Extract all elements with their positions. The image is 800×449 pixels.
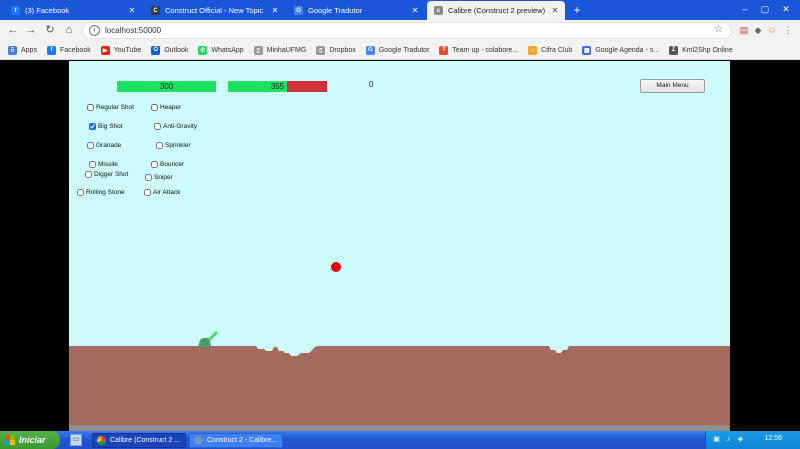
- security-shield-icon[interactable]: ◈: [736, 435, 745, 444]
- kml2shp-icon: Z: [669, 45, 679, 55]
- browser-tab-strip: f (3) Facebook ✕ C Construct Official - …: [0, 0, 800, 20]
- close-icon[interactable]: ✕: [410, 6, 420, 15]
- bookmark-label: Kml2Shp Online: [682, 46, 733, 54]
- game-canvas[interactable]: 300 355 0 Main Menu Regular Shot Heaper …: [69, 61, 730, 431]
- google-translate-icon: G: [365, 45, 375, 55]
- profile-avatar-icon[interactable]: ☺: [766, 24, 778, 36]
- bookmark-dropbox[interactable]: ▯ Dropbox: [316, 45, 356, 55]
- extension-icon[interactable]: ◆: [752, 24, 764, 36]
- url-input[interactable]: [105, 24, 665, 37]
- bookmark-cifra-club[interactable]: ♪ Cifra Club: [528, 45, 573, 55]
- bookmark-star-icon[interactable]: ☆: [714, 24, 723, 35]
- bookmark-youtube[interactable]: ▶ YouTube: [100, 45, 142, 55]
- taskbar-item-label: Calibre (Construct 2 ...: [110, 437, 181, 444]
- bookmark-label: WhatsApp: [211, 46, 244, 54]
- tab-google-tradutor[interactable]: G Google Tradutor ✕: [287, 1, 425, 20]
- facebook-icon: f: [11, 6, 20, 15]
- chrome-icon: [97, 436, 106, 445]
- tab-title: (3) Facebook: [25, 6, 70, 15]
- teamup-icon: T: [439, 45, 449, 55]
- projectile-ball: [331, 262, 341, 272]
- whatsapp-icon: ✆: [198, 45, 208, 55]
- page-icon: ▯: [253, 45, 263, 55]
- terrain-crater: [549, 346, 569, 353]
- close-icon[interactable]: ✕: [270, 6, 280, 15]
- windows-taskbar: Iniciar ▭ Calibre (Construct 2 ... Const…: [0, 431, 800, 449]
- tab-construct-official[interactable]: C Construct Official - New Topic ✕: [144, 1, 285, 20]
- windows-logo-icon: [5, 435, 15, 445]
- google-calendar-icon: ▦: [582, 45, 592, 55]
- bookmark-facebook[interactable]: f Facebook: [46, 45, 91, 55]
- construct-icon: C: [151, 6, 160, 15]
- game-scene-layer: [198, 262, 569, 356]
- address-bar[interactable]: i ☆: [82, 22, 732, 39]
- outlook-icon: O: [151, 45, 161, 55]
- page-icon: ▯: [316, 45, 326, 55]
- menu-kebab-icon[interactable]: ⋮: [782, 24, 794, 36]
- minimize-button[interactable]: –: [736, 1, 754, 17]
- bookmark-whatsapp[interactable]: ✆ WhatsApp: [198, 45, 244, 55]
- bookmark-minhaufmg[interactable]: ▯ MinhaUFMG: [253, 45, 307, 55]
- close-icon[interactable]: ✕: [127, 6, 137, 15]
- system-clock: 12:56: [764, 435, 782, 442]
- bookmark-apps[interactable]: ⠿ Apps: [8, 45, 37, 55]
- cifraclub-icon: ♪: [528, 45, 538, 55]
- facebook-icon: f: [46, 45, 56, 55]
- taskbar-item-calibre[interactable]: Calibre (Construct 2 ...: [92, 433, 186, 448]
- construct-icon: [194, 436, 203, 445]
- bookmark-label: Apps: [21, 46, 37, 54]
- bookmark-label: Facebook: [59, 46, 91, 54]
- bookmark-google-tradutor[interactable]: G Google Tradutor: [365, 45, 430, 55]
- show-desktop-icon[interactable]: ▭: [70, 434, 82, 446]
- window-close-button[interactable]: ✕: [777, 1, 795, 17]
- browser-toolbar: ← → ↻ ⌂ i ☆ ▤ ◆ ☺ ⋮: [0, 20, 800, 41]
- close-icon[interactable]: ✕: [550, 6, 560, 15]
- bookmark-label: Cifra Club: [541, 46, 573, 54]
- pdf-extension-icon[interactable]: ▤: [738, 24, 750, 36]
- bookmark-label: Dropbox: [329, 46, 356, 54]
- system-tray: ▣ ♪ ◈ 12:56: [705, 431, 800, 449]
- start-button[interactable]: Iniciar: [0, 431, 60, 449]
- start-label: Iniciar: [19, 435, 46, 445]
- bookmark-label: Outlook: [164, 46, 189, 54]
- construct-preview-icon: c: [434, 6, 443, 15]
- bookmark-kml2shp-online[interactable]: Z Kml2Shp Online: [669, 45, 733, 55]
- bookmark-label: MinhaUFMG: [266, 46, 307, 54]
- page-viewport: 300 355 0 Main Menu Regular Shot Heaper …: [0, 61, 800, 431]
- terrain-crater: [256, 346, 317, 356]
- volume-icon[interactable]: ♪: [724, 435, 733, 444]
- google-translate-icon: G: [294, 6, 303, 15]
- maximize-button[interactable]: ▢: [756, 1, 774, 17]
- bookmark-label: YouTube: [113, 46, 142, 54]
- tab-title: Google Tradutor: [308, 6, 363, 15]
- desktop-screen: f (3) Facebook ✕ C Construct Official - …: [0, 0, 800, 449]
- youtube-icon: ▶: [100, 45, 110, 55]
- bookmark-label: Google Agenda - s...: [595, 46, 660, 54]
- tab-calibre-preview[interactable]: c Calibre (Construct 2 preview) ✕: [427, 1, 565, 20]
- tab-title: Calibre (Construct 2 preview): [448, 6, 546, 15]
- taskbar-item-construct[interactable]: Construct 2 - Calibre...: [189, 433, 283, 448]
- bookmark-outlook[interactable]: O Outlook: [151, 45, 189, 55]
- bookmark-team-up-colabore[interactable]: T Team up - colabore...: [439, 45, 519, 55]
- apps-grid-icon: ⠿: [8, 45, 17, 55]
- bookmark-label: Team up - colabore...: [452, 46, 519, 54]
- network-icon[interactable]: ▣: [712, 435, 721, 444]
- bookmark-google-agenda-s[interactable]: ▦ Google Agenda - s...: [582, 45, 660, 55]
- forward-button[interactable]: →: [24, 23, 38, 37]
- new-tab-button[interactable]: +: [570, 2, 584, 18]
- back-button[interactable]: ←: [6, 23, 20, 37]
- bookmarks-bar: ⠿ Apps f Facebook ▶ YouTube O Outlook ✆ WhatsApp ▯…: [0, 41, 800, 60]
- tab-title: Construct Official - New Topic: [165, 6, 264, 15]
- info-icon[interactable]: i: [89, 25, 100, 36]
- reload-button[interactable]: ↻: [43, 23, 57, 37]
- taskbar-item-label: Construct 2 - Calibre...: [207, 437, 278, 444]
- tab-facebook[interactable]: f (3) Facebook ✕: [4, 1, 142, 20]
- bookmark-label: Google Tradutor: [378, 46, 430, 54]
- home-button[interactable]: ⌂: [62, 23, 76, 37]
